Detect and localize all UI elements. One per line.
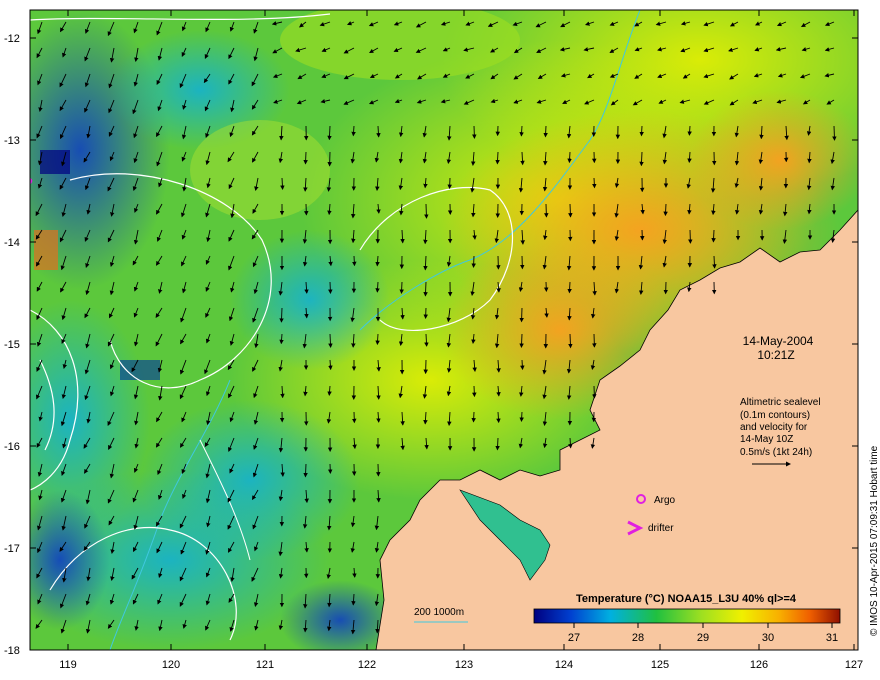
date-label: 14-May-2004: [743, 334, 814, 348]
velocity-arrow: [832, 125, 837, 141]
bathy-label: 200 1000m: [414, 607, 464, 618]
lat-tick: -17: [4, 543, 20, 555]
velocity-arrow: [495, 151, 500, 165]
velocity-arrow: [568, 437, 573, 449]
colorbar-ramp: [533, 608, 841, 624]
lon-tick: 121: [256, 659, 274, 671]
velocity-arrow: [519, 125, 524, 137]
velocity-arrow: [520, 359, 525, 371]
lon-tick-labels: 119 120 121 122 123 124 125 126 127: [59, 659, 863, 671]
legend-line: and velocity for: [740, 422, 808, 433]
lat-tick: -18: [4, 645, 20, 657]
velocity-arrow: [663, 203, 668, 217]
velocity-arrow: [399, 281, 404, 294]
legend-line: (0.1m contours): [740, 410, 810, 421]
velocity-arrow: [303, 463, 308, 478]
lat-tick: -15: [4, 339, 20, 351]
velocity-arrow: [568, 333, 573, 349]
argo-label: Argo: [654, 495, 676, 506]
velocity-arrow: [567, 281, 572, 294]
velocity-arrow: [375, 333, 380, 346]
velocity-arrow: [639, 151, 644, 167]
drifter-label: drifter: [648, 523, 674, 534]
lon-tick: 120: [162, 659, 180, 671]
lon-tick: 124: [555, 659, 573, 671]
lon-tick: 122: [358, 659, 376, 671]
velocity-arrow: [543, 125, 548, 138]
velocity-arrow: [592, 177, 597, 189]
velocity-arrow: [568, 203, 573, 218]
lon-tick: 125: [651, 659, 669, 671]
velocity-arrow: [423, 281, 428, 297]
velocity-arrow: [639, 125, 644, 137]
legend-line: 0.5m/s (1kt 24h): [740, 447, 812, 458]
velocity-arrow: [519, 411, 524, 422]
lat-tick: -12: [4, 33, 20, 45]
velocity-arrow: [712, 255, 717, 269]
lat-tick: -13: [4, 135, 20, 147]
velocity-arrow: [279, 307, 284, 323]
lon-tick: 127: [845, 659, 863, 671]
sst-map: -12 -13 -14 -15 -16 -17 -18 119 120 121 …: [4, 9, 880, 671]
lat-tick: -16: [4, 441, 20, 453]
velocity-arrow: [424, 333, 429, 347]
velocity-arrow: [519, 333, 524, 348]
sst-field: [30, 10, 858, 650]
lat-tick-labels: -12 -13 -14 -15 -16 -17 -18: [4, 33, 20, 657]
legend-line: Altimetric sealevel: [740, 397, 821, 408]
velocity-arrow: [495, 437, 500, 451]
colorbar-tick: 27: [568, 632, 580, 644]
colorbar-tick: 31: [826, 632, 838, 644]
velocity-arrow: [687, 125, 692, 136]
colorbar-title: Temperature (°C) NOAA15_L3U 40% ql>=4: [576, 593, 797, 605]
colorbar-tick: 29: [697, 632, 709, 644]
colorbar-tick: 30: [762, 632, 774, 644]
lat-tick: -14: [4, 237, 20, 249]
lon-tick: 119: [59, 659, 77, 671]
time-label: 10:21Z: [757, 348, 794, 362]
velocity-arrow: [328, 333, 333, 349]
legend-line: 14-May 10Z: [740, 434, 793, 445]
velocity-arrow: [280, 177, 285, 190]
velocity-arrow: [303, 151, 308, 165]
colorbar-tick: 28: [632, 632, 644, 644]
lon-tick: 126: [750, 659, 768, 671]
velocity-arrow: [567, 151, 572, 164]
velocity-arrow: [711, 229, 716, 243]
credit-text: © IMOS 10-Apr-2015 07:09:31 Hobart time: [869, 445, 880, 636]
lon-tick: 123: [455, 659, 473, 671]
